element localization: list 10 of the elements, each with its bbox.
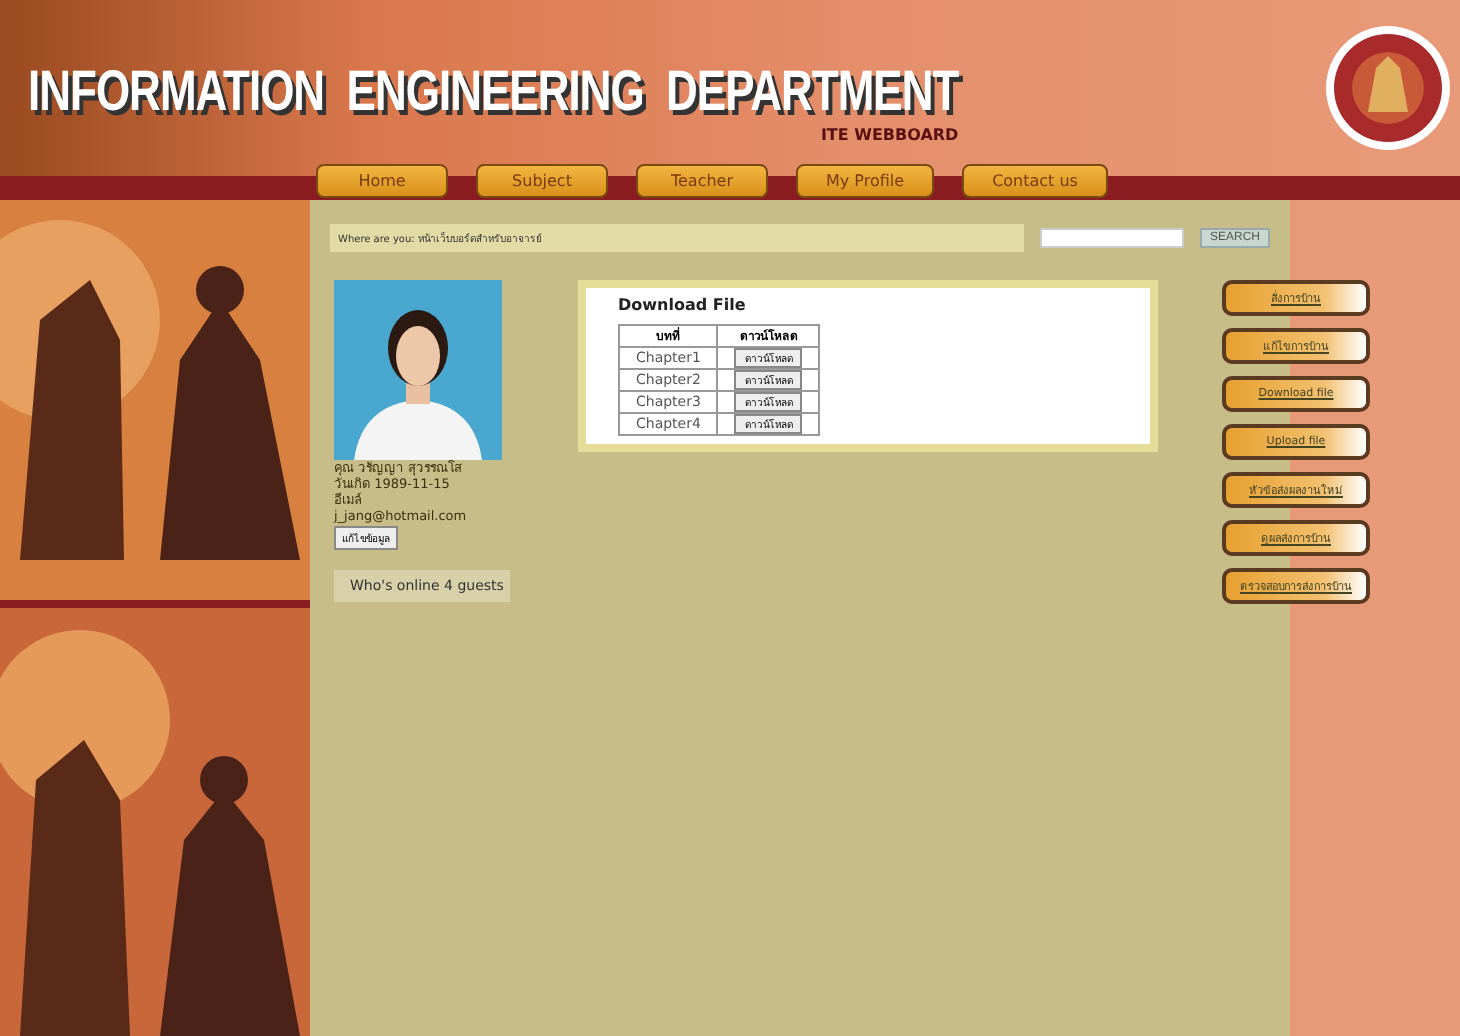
site-title: INFORMATION ENGINEERING DEPARTMENT xyxy=(28,57,959,125)
site-subtitle: ITE WEBBOARD xyxy=(820,125,959,143)
nav-tab[interactable]: Contact us xyxy=(962,164,1108,198)
search-field[interactable] xyxy=(1039,228,1184,248)
nav-tab[interactable]: Teacher xyxy=(636,164,768,198)
nav-tab[interactable]: Subject xyxy=(476,164,608,198)
card-title: Download File xyxy=(618,296,748,314)
seal-logo xyxy=(1324,24,1452,152)
nav-tab[interactable]: Home xyxy=(316,164,448,198)
nav-tab[interactable]: My Profile xyxy=(796,164,935,198)
